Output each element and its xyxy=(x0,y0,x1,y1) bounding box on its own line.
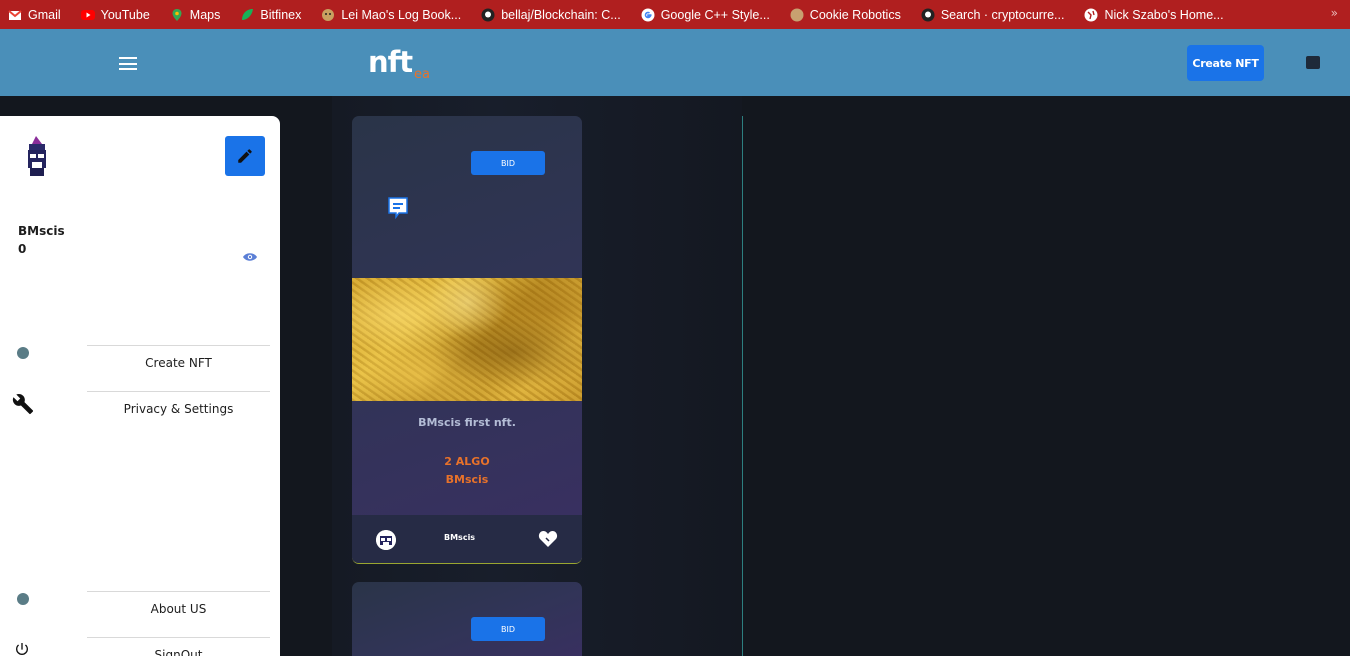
bookmark-label: Maps xyxy=(189,7,221,22)
bookmark-maps[interactable]: Maps xyxy=(170,7,221,22)
globe-icon xyxy=(1084,8,1098,21)
github-icon xyxy=(921,8,935,21)
create-nft-button[interactable]: Create NFT xyxy=(1187,45,1264,81)
bookmark-label: YouTube xyxy=(100,7,150,22)
bookmark-label: Cookie Robotics xyxy=(809,7,901,22)
about-dot-icon xyxy=(17,593,29,605)
gmail-icon xyxy=(8,9,22,20)
logo-subscript: ea xyxy=(414,67,430,82)
bookmark-cookie[interactable]: Cookie Robotics xyxy=(790,8,901,22)
github-icon xyxy=(481,8,495,21)
bookmark-google-style[interactable]: Google C++ Style... xyxy=(641,8,770,22)
bookmarks-bar: Gmail YouTube Maps Bitfinex Lei Mao's Lo… xyxy=(0,0,1350,29)
card-footer: BMscis xyxy=(352,515,582,563)
app-header: nft ea Create NFT xyxy=(0,29,1350,96)
owner-avatar[interactable] xyxy=(376,530,396,550)
user-count: 0 xyxy=(18,242,27,256)
footer-owner-name: BMscis xyxy=(444,533,476,542)
wrench-icon xyxy=(12,394,34,415)
bookmark-search-crypto[interactable]: Search · cryptocurre... xyxy=(921,7,1065,22)
bookmark-label: Search · cryptocurre... xyxy=(940,7,1065,22)
power-icon xyxy=(15,643,28,655)
maps-icon xyxy=(172,8,182,21)
leimao-icon xyxy=(322,8,335,21)
sidebar-item-about-us[interactable]: About US xyxy=(87,591,270,637)
nft-title: BMscis first nft. xyxy=(418,416,516,429)
bookmark-label: Lei Mao's Log Book... xyxy=(341,7,462,22)
hamburger-menu-icon[interactable] xyxy=(119,57,137,70)
sidebar-item-privacy-settings[interactable]: Privacy & Settings xyxy=(87,391,270,437)
bookmark-label: Google C++ Style... xyxy=(660,7,770,22)
bookmarks-overflow-button[interactable]: » xyxy=(1331,6,1338,20)
cookie-icon xyxy=(790,8,804,21)
avatar[interactable] xyxy=(22,136,52,176)
bookmark-label: bellaj/Blockchain: C... xyxy=(501,7,621,22)
google-icon xyxy=(641,8,655,21)
nft-card[interactable]: BID xyxy=(352,582,582,656)
bid-button[interactable]: BID xyxy=(471,617,545,641)
nft-price: 2 ALGO xyxy=(444,455,490,468)
bitfinex-icon xyxy=(242,8,254,20)
nft-card[interactable]: BID BMscis first nft. 2 ALGO BMscis BMsc… xyxy=(352,116,582,564)
eye-icon[interactable] xyxy=(242,252,258,262)
youtube-icon xyxy=(80,9,95,20)
bookmark-label: Bitfinex xyxy=(260,7,302,22)
bid-button[interactable]: BID xyxy=(471,151,545,175)
sidebar-item-label: About US xyxy=(150,602,207,616)
username: BMscis xyxy=(18,224,65,238)
sidebar-item-label: Privacy & Settings xyxy=(123,402,234,416)
bookmark-label: Nick Szabo's Home... xyxy=(1104,7,1224,22)
comment-icon[interactable] xyxy=(387,196,409,220)
create-nft-dot-icon xyxy=(17,347,29,359)
nft-image[interactable] xyxy=(352,278,582,401)
sidebar-item-label: SignOut xyxy=(154,648,203,656)
bookmark-leimao[interactable]: Lei Mao's Log Book... xyxy=(321,8,461,22)
bookmark-youtube[interactable]: YouTube xyxy=(80,7,150,22)
bookmark-bellaj[interactable]: bellaj/Blockchain: C... xyxy=(481,8,621,22)
wallet-icon[interactable] xyxy=(1306,56,1320,69)
sidebar: BMscis 0 Create NFT Privacy & Settings A… xyxy=(0,116,280,656)
sidebar-item-signout[interactable]: SignOut xyxy=(87,637,270,656)
sidebar-item-create-nft[interactable]: Create NFT xyxy=(87,345,270,391)
bookmark-label: Gmail xyxy=(28,7,61,22)
bookmark-nick-szabo[interactable]: Nick Szabo's Home... xyxy=(1084,7,1224,22)
heart-icon[interactable] xyxy=(538,530,558,548)
sidebar-item-label: Create NFT xyxy=(145,356,212,370)
edit-profile-button[interactable] xyxy=(225,136,265,176)
pencil-icon xyxy=(238,149,252,163)
bookmark-gmail[interactable]: Gmail xyxy=(8,8,61,22)
bookmark-bitfinex[interactable]: Bitfinex xyxy=(240,8,301,22)
nft-owner: BMscis xyxy=(445,473,489,486)
column-divider xyxy=(742,116,743,656)
logo[interactable]: nft xyxy=(368,45,413,79)
